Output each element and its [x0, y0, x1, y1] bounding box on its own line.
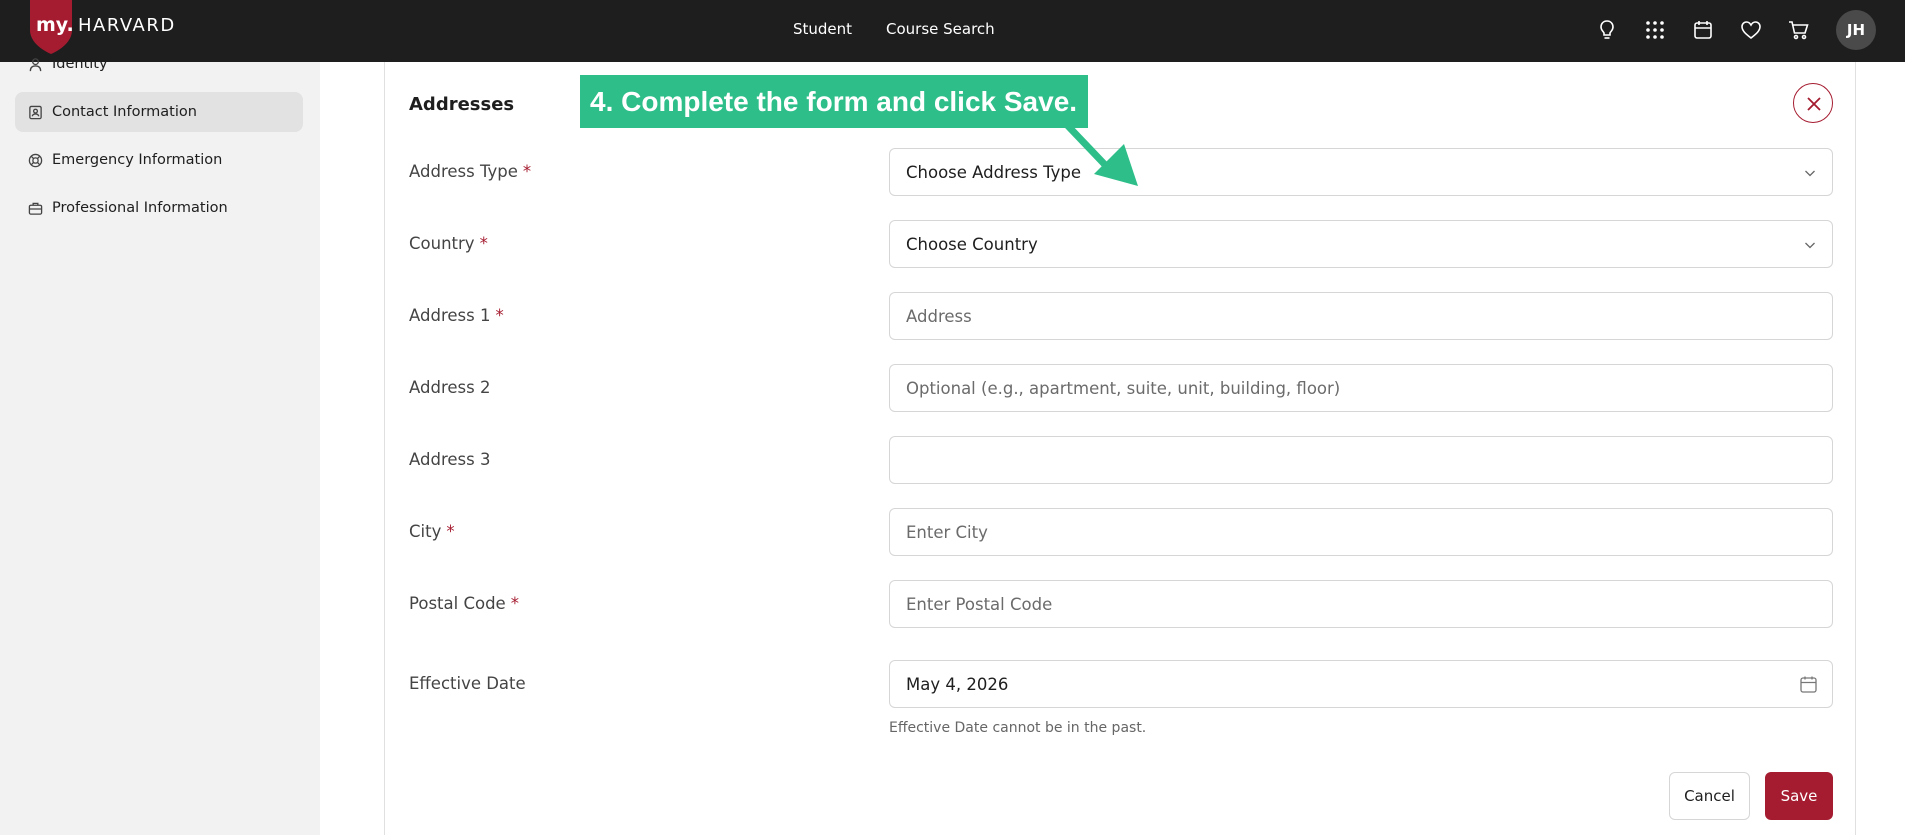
person-icon: [29, 57, 42, 71]
effective-date-input[interactable]: May 4, 2026: [889, 660, 1833, 708]
postal-code-label: Postal Code *: [409, 594, 519, 613]
tutorial-callout: 4. Complete the form and click Save.: [580, 75, 1088, 128]
city-input[interactable]: [889, 508, 1833, 556]
chevron-down-icon: [1805, 242, 1815, 249]
address3-label: Address 3: [409, 450, 491, 469]
heart-icon[interactable]: [1740, 19, 1762, 41]
cart-icon[interactable]: [1788, 19, 1810, 41]
sidebar-item-emergency-information[interactable]: Emergency Information: [15, 140, 303, 180]
address-type-select[interactable]: Choose Address Type: [889, 148, 1833, 196]
sidebar-item-label: Contact Information: [52, 104, 197, 120]
country-select[interactable]: Choose Country: [889, 220, 1833, 268]
callout-arrow-icon: [1064, 122, 1138, 186]
postal-code-input[interactable]: [889, 580, 1833, 628]
calendar-icon[interactable]: [1692, 19, 1714, 41]
sidebar-item-professional-information[interactable]: Professional Information: [15, 188, 303, 228]
lightbulb-icon[interactable]: [1596, 19, 1618, 41]
address1-label: Address 1 *: [409, 306, 504, 325]
required-asterisk: *: [510, 594, 519, 613]
country-label: Country *: [409, 234, 488, 253]
sidebar-item-label: Emergency Information: [52, 152, 223, 168]
close-icon: [1807, 97, 1821, 111]
sidebar-item-contact-information[interactable]: Contact Information: [15, 92, 303, 132]
logo-harvard-text: HARVARD: [78, 15, 176, 36]
nav-student-link[interactable]: Student: [793, 20, 852, 38]
address2-label: Address 2: [409, 378, 491, 397]
effective-date-label: Effective Date: [409, 674, 526, 693]
required-asterisk: *: [522, 162, 532, 181]
city-label: City *: [409, 522, 455, 541]
logo-my-text: my.: [36, 14, 74, 36]
save-button[interactable]: Save: [1765, 772, 1833, 820]
sidebar: Identity Contact Information Emergency I…: [0, 56, 320, 835]
address-type-label: Address Type *: [409, 162, 532, 181]
calendar-icon[interactable]: [1799, 675, 1818, 694]
close-button[interactable]: [1793, 83, 1833, 123]
form-title: Addresses: [409, 94, 515, 115]
cancel-button[interactable]: Cancel: [1669, 772, 1750, 820]
effective-date-helper-text: Effective Date cannot be in the past.: [889, 720, 1147, 736]
address1-input[interactable]: [889, 292, 1833, 340]
sidebar-item-label: Identity: [52, 56, 108, 72]
required-asterisk: *: [446, 522, 455, 541]
required-asterisk: *: [495, 306, 504, 325]
required-asterisk: *: [479, 234, 488, 253]
sidebar-item-identity[interactable]: Identity: [15, 44, 303, 84]
nav-course-search-link[interactable]: Course Search: [886, 20, 995, 38]
contact-card-icon: [29, 105, 42, 119]
apps-grid-icon[interactable]: [1644, 19, 1666, 41]
user-avatar[interactable]: JH: [1836, 10, 1876, 50]
address2-input[interactable]: [889, 364, 1833, 412]
chevron-down-icon: [1805, 170, 1815, 177]
address3-input[interactable]: [889, 436, 1833, 484]
sidebar-item-label: Professional Information: [52, 200, 228, 216]
briefcase-icon: [28, 202, 43, 215]
lifebuoy-icon: [28, 153, 43, 167]
